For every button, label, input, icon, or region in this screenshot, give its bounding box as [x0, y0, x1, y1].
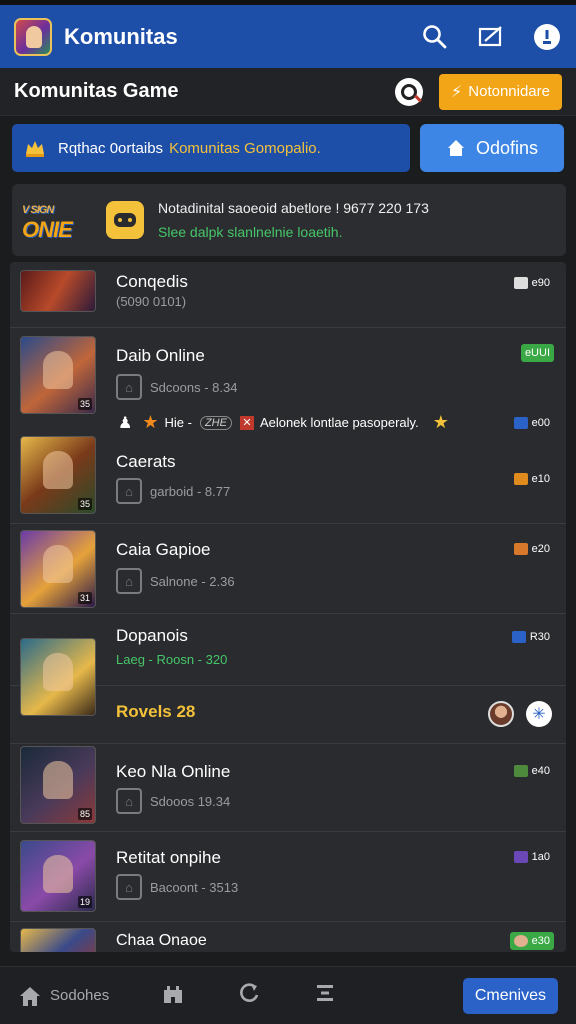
game-tag: e20	[510, 540, 554, 558]
game-subtitle: Laeg - Roosn - 320	[116, 652, 228, 667]
nav-home[interactable]: Sodohes	[18, 985, 109, 1007]
banner-highlight: Komunitas Gomopalio.	[169, 139, 321, 157]
player-icon: ♟	[118, 414, 133, 432]
bottom-nav: Sodohes Cmenives	[0, 966, 576, 1024]
menu-icon[interactable]	[313, 981, 337, 1010]
game-title: Chaa Onaoe	[116, 932, 207, 949]
game-row[interactable]: Dopanois Laeg - Roosn - 320 R30	[10, 614, 566, 716]
section-title: Komunitas Game	[14, 80, 179, 102]
gamepad-icon	[106, 201, 144, 239]
app-logo[interactable]	[14, 17, 52, 56]
game-thumbnail	[20, 270, 96, 312]
notifications-label: Notonnidare	[468, 83, 550, 100]
search-icon[interactable]	[420, 22, 450, 52]
achievement-name: Hie -	[164, 415, 192, 430]
banner-text: Rqthac 0ortaibs	[58, 139, 164, 157]
achievement-text: Aelonek lontlae pasoperaly.	[259, 415, 419, 430]
game-row[interactable]: 31 Caia Gapioe ⌂ Salnone - 2.36 e20	[10, 524, 566, 614]
game-row[interactable]: 35 Caerats ⌂ garboid - 8.77 e10	[10, 432, 566, 524]
game-thumbnail	[20, 928, 96, 952]
gamepad-icon: ⌂	[116, 788, 142, 814]
game-thumbnail: 35	[20, 336, 96, 414]
promo-logo: V SIGN ONIE	[22, 204, 73, 242]
game-subtitle: ⌂ Sdcoons - 8.34	[116, 374, 237, 400]
castle-icon[interactable]	[161, 981, 185, 1010]
wand-icon: ⚡	[451, 83, 463, 101]
gamepad-icon: ⌂	[116, 478, 142, 504]
gamepad-icon: ⌂	[116, 374, 142, 400]
find-icon[interactable]	[395, 77, 424, 106]
game-tag: e30	[509, 932, 554, 950]
avatar[interactable]	[488, 701, 514, 727]
game-row[interactable]: Conqedis (5090 0101) e90	[10, 262, 566, 328]
game-tag: 1a0	[510, 848, 554, 866]
game-title: Caerats	[116, 452, 176, 471]
star-icon: ★	[142, 412, 159, 432]
game-row[interactable]: 19 Retitat onpihe ⌂ Bacoont - 3513 1a0	[10, 832, 566, 922]
share-icon[interactable]: ✳	[526, 701, 552, 727]
levels-text: Rovels 28	[116, 702, 196, 721]
edit-icon[interactable]	[476, 22, 506, 52]
game-title: Dopanois	[116, 626, 188, 645]
game-subtitle: ⌂ Salnone - 2.36	[116, 568, 235, 594]
section-header: Komunitas Game ⚡ Notonnidare	[0, 68, 576, 116]
game-subtitle: ⌂ Bacoont - 3513	[116, 874, 238, 900]
game-subtitle: (5090 0101)	[116, 294, 187, 309]
star-icon: ★	[432, 412, 449, 432]
game-title: Retitat onpihe	[116, 848, 221, 867]
promo-line-2: Slee dalpk slanlnelnie loaetih.	[158, 224, 343, 240]
communities-button[interactable]: Cmenives	[462, 977, 558, 1014]
game-title: Keo Nla Online	[116, 762, 231, 781]
game-tag: e90	[510, 274, 554, 292]
game-subtitle: ⌂ Sdooos 19.34	[116, 788, 230, 814]
game-subtitle: ⌂ garboid - 8.77	[116, 478, 230, 504]
notifications-button[interactable]: ⚡ Notonnidare	[439, 73, 562, 110]
account-icon[interactable]	[532, 22, 562, 52]
game-thumbnail: 85	[20, 746, 96, 824]
promo-card[interactable]: V SIGN ONIE Notadinital saoeoid abetlore…	[12, 184, 566, 256]
crown-icon	[26, 141, 44, 157]
refresh-icon[interactable]	[237, 981, 261, 1010]
achievement-badge: ZHE	[199, 415, 232, 430]
options-button[interactable]: Odofins	[420, 124, 564, 172]
home-icon	[20, 986, 40, 1006]
game-title: Daib Online	[116, 346, 205, 365]
close-icon[interactable]: ✕	[239, 415, 254, 430]
game-list[interactable]: Conqedis (5090 0101) e90 35 Daib Online …	[10, 262, 566, 952]
community-banner[interactable]: Rqthac 0ortaibs Komunitas Gomopalio.	[12, 124, 410, 172]
game-tag: e40	[510, 762, 554, 780]
app-title: Komunitas	[64, 23, 178, 49]
game-tag: e10	[510, 470, 554, 488]
promo-line-1: Notadinital saoeoid abetlore ! 9677 220 …	[158, 200, 429, 216]
game-row[interactable]: Chaa Onaoe e30	[10, 922, 566, 952]
game-tag: e00	[510, 414, 554, 432]
game-thumbnail: 35	[20, 436, 96, 514]
app-bar: Komunitas	[0, 0, 576, 68]
game-row[interactable]: 85 Keo Nla Online ⌂ Sdooos 19.34 e40	[10, 744, 566, 832]
gamepad-icon: ⌂	[116, 874, 142, 900]
home-icon	[447, 140, 464, 156]
game-thumbnail: 19	[20, 840, 96, 912]
game-thumbnail	[20, 638, 96, 716]
promo-text: Notadinital saoeoid abetlore ! 9677 220 …	[158, 200, 429, 240]
game-thumbnail: 31	[20, 530, 96, 608]
game-title: Caia Gapioe	[116, 540, 211, 559]
options-label: Odofins	[475, 137, 539, 158]
game-tag: R30	[508, 628, 554, 646]
game-tag: eUUI	[520, 344, 554, 362]
game-title: Conqedis	[116, 272, 188, 291]
gamepad-icon: ⌂	[116, 568, 142, 594]
nav-home-label: Sodohes	[50, 987, 110, 1004]
